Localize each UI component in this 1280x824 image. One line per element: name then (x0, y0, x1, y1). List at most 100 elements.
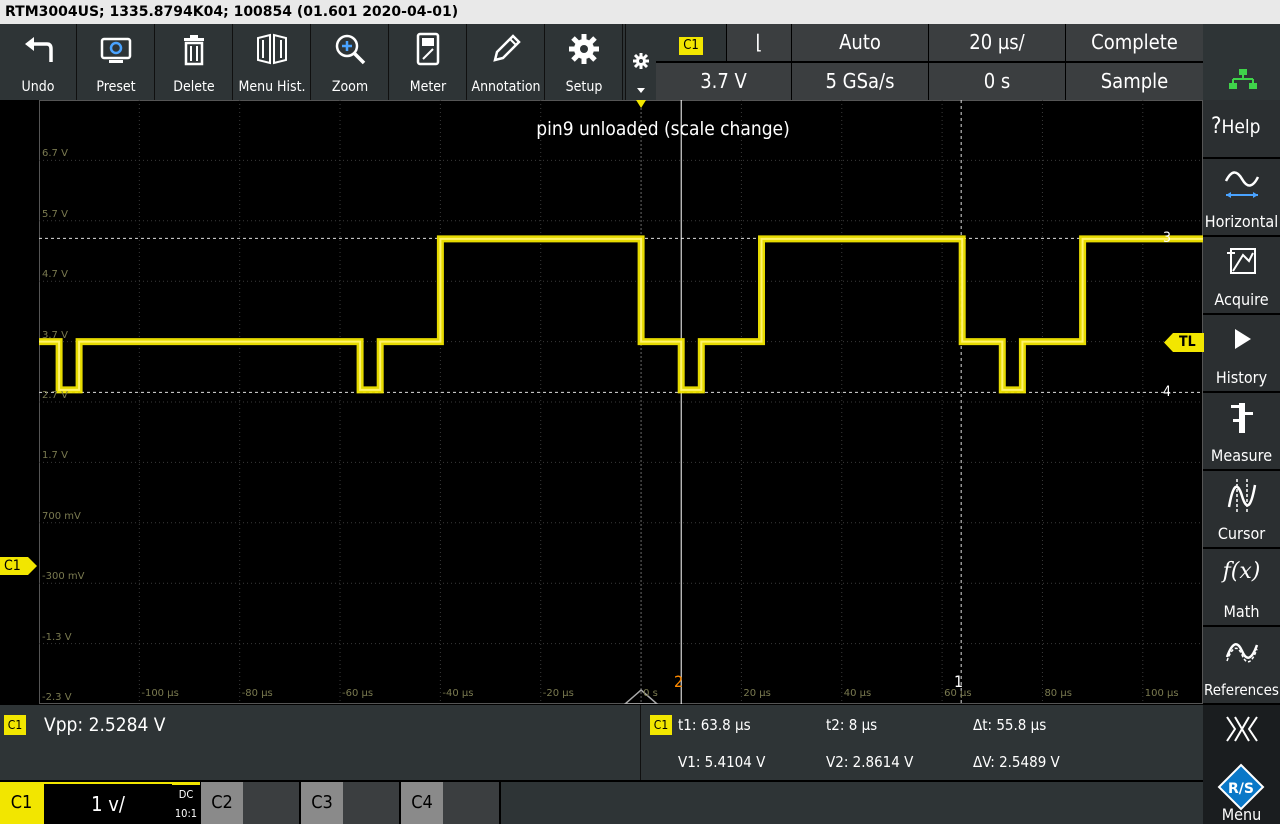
trigger-source-cell[interactable]: C1 (656, 24, 726, 61)
sidebar-item-label: References (1204, 681, 1279, 699)
sidebar-item-cursor[interactable]: Cursor (1203, 471, 1280, 547)
menu-history-icon (234, 32, 310, 66)
y-tick-label: 4.7 V (42, 269, 68, 281)
sidebar-item-help[interactable]: ?Help (1203, 100, 1280, 157)
trigger-source-chip: C1 (679, 37, 703, 55)
zoom-icon (312, 32, 388, 66)
trigger-level[interactable]: 3.7 V (656, 63, 791, 100)
acquisition-state[interactable]: Complete (1066, 24, 1203, 61)
cursor-2-label[interactable]: 2 (674, 672, 683, 691)
cursor-1-label[interactable]: 1 (954, 672, 963, 691)
sidebar: ?Help Horizontal Acquire History Measure… (1203, 100, 1280, 824)
sidebar-item-references[interactable]: References (1203, 627, 1280, 703)
trigger-level-marker[interactable]: TL (1164, 333, 1204, 352)
sidebar-item-label: Acquire (1214, 290, 1269, 309)
sidebar-item-measure[interactable]: Measure (1203, 393, 1280, 469)
x-tick-label: 80 µs (1044, 688, 1072, 699)
toolbar: Undo Preset Delete Menu Hist. Zoom Meter (0, 24, 655, 100)
sidebar-item-history[interactable]: History (1203, 315, 1280, 391)
y-tick-label: 6.7 V (42, 148, 68, 160)
dropdown-arrow-icon (637, 88, 645, 93)
channel-c4-tab[interactable]: C4 (401, 782, 499, 824)
help-icon: ?Help (1211, 114, 1261, 139)
sidebar-item-math[interactable]: f(x) Math (1203, 549, 1280, 625)
preset-icon (78, 32, 154, 66)
channel-c1-scale[interactable]: 1 v/ (44, 784, 172, 824)
history-play-icon (1203, 321, 1280, 361)
x-tick-label: -40 µs (442, 688, 474, 699)
undo-button[interactable]: Undo (0, 24, 77, 100)
channel-c2-tab[interactable]: C2 (201, 782, 299, 824)
channel-c2-label: C2 (201, 782, 243, 824)
cursor-t1: t1: 63.8 µs (678, 716, 751, 734)
acquisition-mode[interactable]: Sample (1066, 63, 1203, 100)
preset-button[interactable]: Preset (78, 24, 155, 100)
measurement-channel-chip: C1 (4, 715, 26, 735)
annotation-label: Annotation (471, 79, 541, 95)
sidebar-item-label: Horizontal (1204, 212, 1279, 231)
sidebar-item-horizontal[interactable]: Horizontal (1203, 159, 1280, 235)
waveform-trace-core (39, 237, 1203, 391)
sidebar-item-acquire[interactable]: Acquire (1203, 237, 1280, 313)
y-tick-label: 700 mV (42, 510, 81, 522)
x-tick-label: 100 µs (1144, 688, 1179, 699)
cursor-4-label[interactable]: 4 (1163, 384, 1171, 400)
y-tick-label: -1.3 V (42, 631, 72, 643)
setup-button[interactable]: Setup (546, 24, 623, 100)
cursor-t2: t2: 8 µs (826, 716, 878, 734)
small-gear-icon (632, 52, 650, 74)
vpp-measurement[interactable]: Vpp: 2.5284 V (44, 714, 166, 736)
horizontal-offset[interactable]: 0 s (929, 63, 1065, 100)
meter-button[interactable]: Meter (390, 24, 467, 100)
x-tick-label: 20 µs (743, 688, 771, 699)
cursor-3-label[interactable]: 3 (1163, 230, 1171, 246)
zoom-button[interactable]: Zoom (312, 24, 389, 100)
sidebar-item-menu[interactable]: R/S Menu (1203, 705, 1280, 824)
x-tick-label: -100 µs (141, 688, 179, 699)
math-icon: f(x) (1222, 559, 1261, 584)
annotation-text[interactable]: pin9 unloaded (scale change) (480, 118, 846, 140)
channel-c3-label: C3 (301, 782, 343, 824)
cursor-v1: V1: 5.4104 V (678, 753, 766, 771)
delete-button[interactable]: Delete (156, 24, 233, 100)
x-tick-label: -20 µs (542, 688, 574, 699)
trash-icon (156, 32, 232, 66)
channel-offset-marker[interactable]: C1 (0, 557, 38, 575)
measurement-bar: C1 Vpp: 2.5284 V C1 t1: 63.8 µs t2: 8 µs… (0, 705, 1203, 780)
horizontal-icon (1203, 165, 1280, 205)
channel-c1-tab[interactable]: C1 (0, 782, 43, 824)
references-icon (1203, 633, 1280, 673)
channel-marker-label: C1 (4, 558, 21, 574)
cursor-channel-chip: C1 (650, 715, 672, 735)
svg-text:R/S: R/S (1228, 781, 1254, 797)
sidebar-item-label: Measure (1210, 446, 1273, 465)
cursor-v2: V2: 2.8614 V (826, 753, 914, 771)
y-tick-label: 2.7 V (42, 390, 68, 401)
trigger-mode[interactable]: Auto (792, 24, 928, 61)
sidebar-item-label: Menu (1221, 805, 1262, 824)
delete-label: Delete (173, 79, 215, 95)
trigger-position-marker (636, 100, 647, 108)
x-tick-label: 0 s (643, 688, 658, 699)
channel-c3-tab[interactable]: C3 (301, 782, 399, 824)
cursor-icon (1203, 477, 1280, 517)
trigger-slope[interactable]: ⌊ (727, 24, 791, 61)
quick-settings-button[interactable] (625, 24, 656, 100)
annotation-button[interactable]: Annotation (468, 24, 545, 100)
waveform-trace-c1 (39, 235, 1203, 394)
channel-bar-empty (501, 782, 1203, 824)
waveform-plot (39, 100, 1203, 704)
measure-icon (1203, 399, 1280, 439)
gear-icon (546, 32, 622, 66)
timebase[interactable]: 20 µs/ (929, 24, 1065, 61)
sidebar-item-label: Math (1223, 602, 1260, 621)
undo-icon (0, 32, 76, 66)
channel-c1-probe: 10:1 (172, 804, 200, 824)
menu-history-button[interactable]: Menu Hist. (234, 24, 311, 100)
y-tick-label: -2.3 V (42, 692, 72, 703)
waveform-display[interactable] (39, 100, 1203, 704)
menu-history-label: Menu Hist. (238, 79, 306, 95)
trigger-marker-label: TL (1179, 334, 1196, 350)
sidebar-item-label: Cursor (1217, 524, 1266, 543)
sample-rate[interactable]: 5 GSa/s (792, 63, 928, 100)
